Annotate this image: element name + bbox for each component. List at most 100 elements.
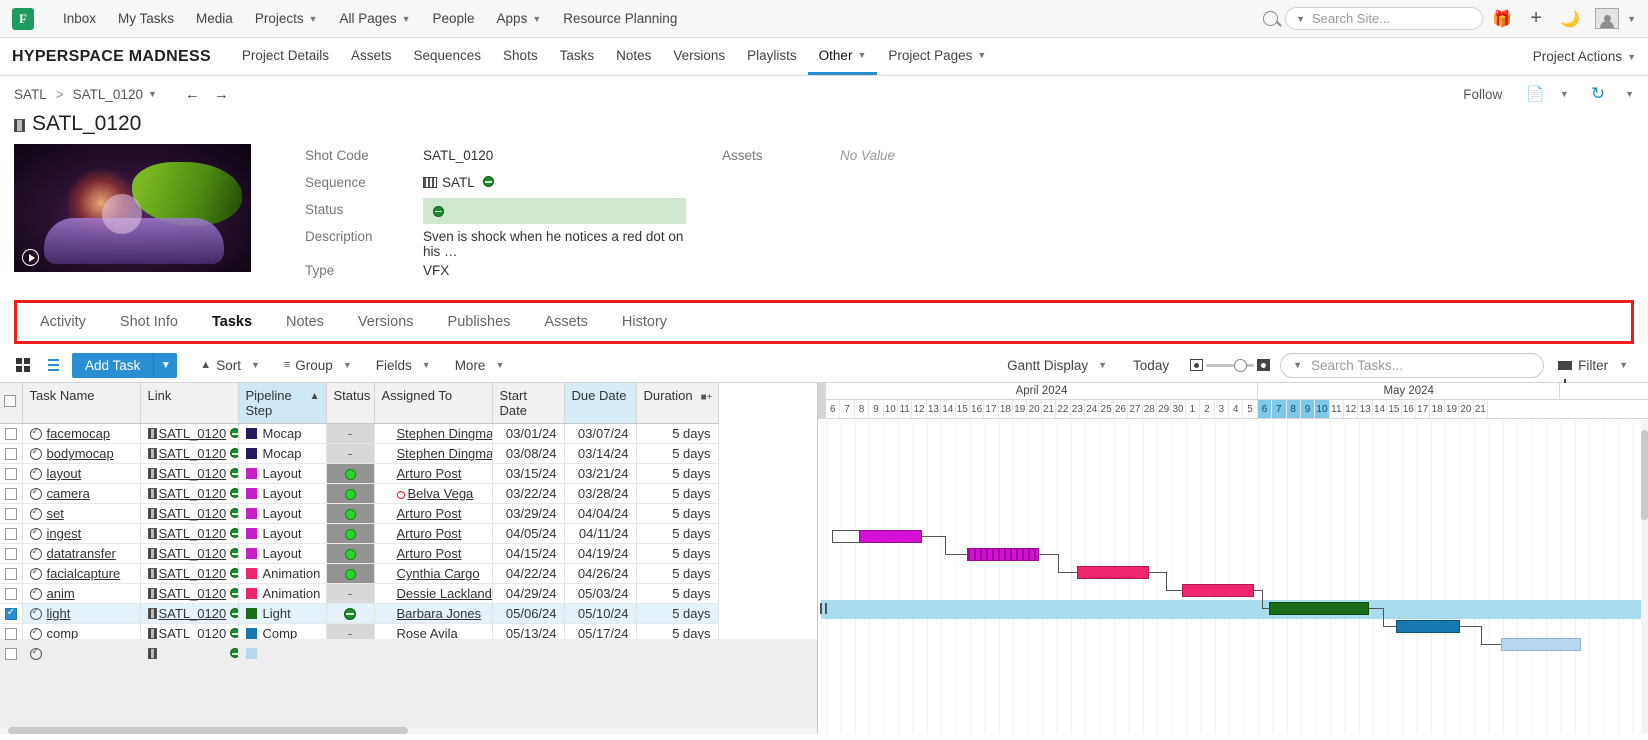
sort-button[interactable]: ▲ Sort ▼ [189, 352, 271, 378]
breadcrumb-root[interactable]: SATL [14, 87, 47, 102]
assignee-link[interactable]: Arturo Post [397, 506, 462, 521]
cell-link[interactable]: SATL_0120 [140, 483, 239, 504]
column-header-start-date[interactable]: Start Date [492, 383, 565, 424]
cell-assigned-to[interactable]: Arturo Post [374, 523, 493, 544]
cell-start-date[interactable]: 03/08/24 [492, 443, 565, 464]
cell-task-name[interactable]: camera [22, 483, 141, 504]
cell-pipeline-step[interactable]: Layout [238, 523, 327, 544]
global-nav-item-people[interactable]: People [422, 0, 486, 38]
link-shot[interactable]: SATL_0120 [159, 606, 227, 621]
cell-task-name[interactable]: layout [22, 463, 141, 484]
cell-duration[interactable]: 5 days [636, 583, 719, 604]
tab-assets[interactable]: Assets [527, 302, 605, 342]
task-name-link[interactable]: datatransfer [47, 546, 116, 561]
row-select-cell[interactable] [0, 523, 23, 544]
cell-link[interactable]: SATL_0120 [140, 423, 239, 444]
fields-button[interactable]: Fields ▼ [365, 352, 442, 378]
cell-duration[interactable]: 5 days [636, 483, 719, 504]
gift-icon[interactable]: 🎁 [1487, 4, 1517, 34]
task-name-link[interactable]: anim [47, 586, 75, 601]
task-name-link[interactable]: layout [47, 466, 82, 481]
assignee-link[interactable]: Belva Vega [408, 486, 474, 501]
table-row[interactable]: facialcapture SATL_0120 Animation Cynthia C… [0, 563, 719, 584]
cell-duration[interactable]: 5 days [636, 603, 719, 624]
list-view-icon[interactable] [38, 352, 64, 378]
column-header-link[interactable]: Link [140, 383, 239, 424]
cell-duration[interactable]: 5 days [636, 543, 719, 564]
tab-tasks[interactable]: Tasks [195, 302, 269, 342]
search-tasks-input[interactable]: ▼ Search Tasks... [1280, 352, 1545, 378]
assignee-link[interactable]: Stephen Dingman [397, 426, 492, 441]
task-name-link[interactable]: set [47, 506, 64, 521]
row-select-cell[interactable] [0, 483, 23, 504]
cell-link[interactable]: SATL_0120 [140, 523, 239, 544]
cell-assigned-to[interactable]: Arturo Post [374, 503, 493, 524]
global-nav-item-apps[interactable]: Apps ▼ [486, 0, 553, 38]
zoom-slider[interactable] [1190, 358, 1271, 372]
table-row[interactable]: layout SATL_0120 Layout Arturo Post 03/15/24… [0, 463, 719, 484]
project-nav-item-project-pages[interactable]: Project Pages ▼ [877, 38, 997, 75]
search-site-input[interactable]: ▼ Search Site... [1285, 7, 1484, 30]
row-select-cell[interactable] [0, 423, 23, 444]
select-all-header[interactable] [0, 383, 23, 424]
link-shot[interactable]: SATL_0120 [159, 546, 227, 561]
row-checkbox[interactable] [4, 448, 17, 460]
cell-pipeline-step[interactable]: Layout [238, 483, 327, 504]
cell-link[interactable]: SATL_0120 [140, 463, 239, 484]
cell-start-date[interactable]: 03/15/24 [492, 463, 565, 484]
row-checkbox[interactable] [4, 568, 17, 580]
cell-assigned-to[interactable]: Cynthia Cargo [374, 563, 493, 584]
cell-pipeline-step[interactable]: Mocap [238, 443, 327, 464]
cell-duration[interactable]: 5 days [636, 503, 719, 524]
cell-task-name[interactable]: anim [22, 583, 141, 604]
cell-task-name[interactable]: set [22, 503, 141, 524]
chevron-down-icon[interactable]: ▼ [1560, 89, 1569, 99]
link-shot[interactable]: SATL_0120 [159, 586, 227, 601]
project-nav-item-notes[interactable]: Notes [605, 38, 662, 75]
task-name-link[interactable]: facialcapture [47, 566, 121, 581]
column-header-pipeline-step[interactable]: Pipeline Step ▲ [238, 383, 327, 424]
cell-assigned-to[interactable]: Stephen Dingman [374, 423, 493, 444]
tab-shot-info[interactable]: Shot Info [103, 302, 195, 342]
cell-assigned-to[interactable]: Arturo Post [374, 543, 493, 564]
cell-due-date[interactable]: 05/03/24 [564, 583, 637, 604]
gantt-bar[interactable] [859, 530, 922, 543]
status-badge[interactable] [423, 198, 686, 224]
cell-duration[interactable]: 5 days [636, 563, 719, 584]
assignee-link[interactable]: Cynthia Cargo [397, 566, 480, 581]
row-checkbox[interactable] [4, 508, 17, 520]
assignee-link[interactable]: Arturo Post [397, 526, 462, 541]
tab-activity[interactable]: Activity [23, 302, 103, 342]
shot-thumbnail[interactable] [14, 144, 251, 272]
column-header-duration[interactable]: Duration ■+ [636, 383, 719, 424]
row-checkbox[interactable] [4, 468, 17, 480]
cell-due-date[interactable]: 04/11/24 [564, 523, 637, 544]
row-select-cell[interactable] [0, 463, 23, 484]
row-select-cell[interactable] [0, 443, 23, 464]
link-shot[interactable]: SATL_0120 [159, 426, 227, 441]
cell-start-date[interactable]: 04/15/24 [492, 543, 565, 564]
table-row[interactable]: light SATL_0120 Light Barbara Jones 05/06/24… [0, 603, 719, 624]
gantt-bar[interactable] [1396, 620, 1460, 633]
link-shot[interactable]: SATL_0120 [159, 446, 227, 461]
row-checkbox[interactable] [4, 548, 17, 560]
cell-due-date[interactable]: 04/04/24 [564, 503, 637, 524]
project-nav-item-shots[interactable]: Shots [492, 38, 549, 75]
table-row[interactable]: facemocapSATL_0120Mocap-Stephen Dingman0… [0, 423, 719, 444]
row-checkbox[interactable] [4, 588, 17, 600]
vertical-scrollbar[interactable] [1641, 420, 1648, 734]
cell-status[interactable] [326, 543, 375, 564]
site-search[interactable]: ▼ Search Site... [1263, 7, 1484, 30]
slider-knob[interactable] [1234, 358, 1248, 372]
cell-link[interactable]: SATL_0120 [140, 563, 239, 584]
task-name-link[interactable]: facemocap [47, 426, 111, 441]
cell-task-name[interactable]: ingest [22, 523, 141, 544]
more-button[interactable]: More ▼ [444, 352, 516, 378]
cell-pipeline-step[interactable]: Mocap [238, 423, 327, 444]
gantt-bar[interactable] [1182, 584, 1254, 597]
add-task-dropdown-icon[interactable]: ▼ [153, 352, 178, 378]
row-select-cell[interactable] [0, 583, 23, 604]
cell-due-date[interactable]: 03/21/24 [564, 463, 637, 484]
breadcrumb-current[interactable]: SATL_0120 [73, 87, 143, 102]
today-button[interactable]: Today [1122, 352, 1180, 378]
